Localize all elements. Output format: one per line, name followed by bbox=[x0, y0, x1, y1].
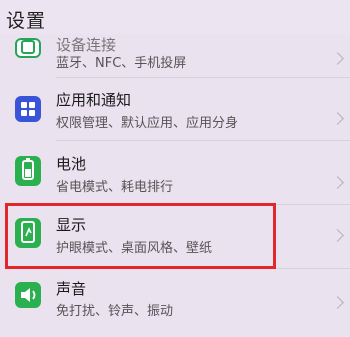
battery-icon bbox=[15, 156, 41, 186]
settings-screen: 设备连接 蓝牙、NFC、手机投屏 应用和通知 权限管理、默认应用、应用分身 电池… bbox=[0, 0, 350, 337]
device-connect-icon bbox=[15, 38, 41, 58]
chevron-right-icon bbox=[331, 296, 344, 309]
settings-list: 设备连接 蓝牙、NFC、手机投屏 应用和通知 权限管理、默认应用、应用分身 电池… bbox=[0, 0, 350, 337]
row-subtitle: 省电模式、耗电排行 bbox=[56, 180, 174, 195]
divider bbox=[56, 77, 350, 78]
chevron-right-icon bbox=[331, 112, 344, 125]
row-title: 电池 bbox=[56, 155, 87, 173]
chevron-right-icon bbox=[331, 229, 344, 242]
divider bbox=[56, 140, 350, 141]
row-subtitle: 权限管理、默认应用、应用分身 bbox=[56, 116, 239, 131]
apps-icon bbox=[15, 96, 41, 122]
settings-item-sound[interactable]: 声音 免打扰、铃声、振动 bbox=[0, 268, 350, 334]
app-header: 设置 bbox=[0, 0, 350, 34]
page-title: 设置 bbox=[6, 10, 47, 32]
settings-item-apps-notifications[interactable]: 应用和通知 权限管理、默认应用、应用分身 bbox=[0, 76, 350, 142]
row-subtitle: 免打扰、铃声、振动 bbox=[56, 304, 174, 319]
highlight-box bbox=[5, 203, 276, 269]
chevron-right-icon bbox=[331, 176, 344, 189]
sound-icon bbox=[15, 282, 41, 308]
row-subtitle: 蓝牙、NFC、手机投屏 bbox=[56, 56, 187, 71]
row-title: 声音 bbox=[56, 280, 87, 298]
row-title: 应用和通知 bbox=[56, 91, 132, 109]
settings-item-battery[interactable]: 电池 省电模式、耗电排行 bbox=[0, 140, 350, 206]
chevron-right-icon bbox=[331, 52, 344, 65]
